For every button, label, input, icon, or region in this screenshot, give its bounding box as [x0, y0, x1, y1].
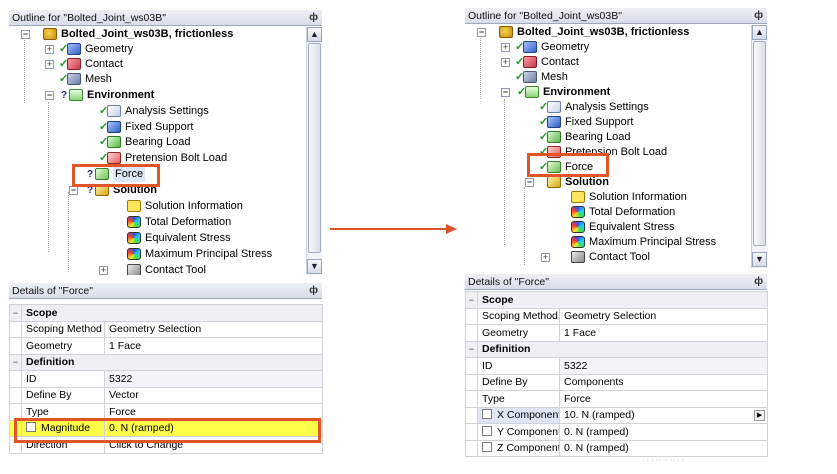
row-x-component[interactable]: X Component 10. N (ramped) ▶: [465, 406, 769, 424]
info-icon: [571, 191, 585, 203]
scroll-thumb[interactable]: [308, 43, 321, 253]
expand-icon[interactable]: +: [45, 45, 54, 54]
row-geometry[interactable]: Geometry 1 Face: [465, 324, 769, 342]
contour-icon: [127, 216, 141, 228]
collapse-icon[interactable]: −: [45, 91, 54, 100]
parameter-checkbox[interactable]: [482, 409, 492, 420]
contour-icon: [127, 248, 141, 260]
model-icon: [43, 28, 57, 40]
environment-icon: [525, 86, 539, 98]
row-scoping-method[interactable]: Scoping Method Geometry Selection: [465, 307, 769, 325]
expand-icon[interactable]: +: [45, 60, 54, 69]
bearing-load-icon: [107, 136, 121, 148]
parameter-checkbox[interactable]: [482, 425, 492, 436]
scroll-up-icon[interactable]: ▲: [752, 25, 767, 40]
watermark: · · · ·· ·· ·· · ·: [642, 455, 685, 464]
left-outline-title: Outline for "Bolted_Joint_ws03B": [12, 12, 166, 24]
pin-icon[interactable]: ф: [754, 8, 763, 23]
left-force-highlight: [72, 164, 160, 187]
contact-tool-icon: [127, 264, 141, 275]
group-scope[interactable]: − Scope: [465, 291, 769, 309]
expand-icon[interactable]: +: [501, 58, 510, 67]
scroll-up-icon[interactable]: ▲: [307, 27, 322, 42]
scroll-down-icon[interactable]: ▼: [752, 252, 767, 267]
group-scope[interactable]: − Scope: [9, 304, 324, 322]
expand-icon[interactable]: +: [99, 266, 108, 275]
mesh-icon: [523, 71, 537, 83]
collapse-icon[interactable]: −: [525, 178, 534, 187]
group-definition[interactable]: − Definition: [9, 353, 324, 371]
left-outline-panel: Outline for "Bolted_Joint_ws03B" ф − Bol…: [9, 10, 322, 275]
row-type[interactable]: Type Force: [465, 390, 769, 408]
row-define-by[interactable]: Define By Vector: [9, 386, 324, 404]
collapse-icon[interactable]: −: [9, 353, 22, 371]
collapse-icon[interactable]: −: [465, 340, 478, 358]
row-z-component[interactable]: Z Component 0. N (ramped): [465, 439, 769, 457]
collapse-icon[interactable]: −: [465, 291, 478, 309]
fixed-support-icon: [107, 121, 121, 133]
row-y-component[interactable]: Y Component 0. N (ramped): [465, 423, 769, 441]
group-definition[interactable]: − Definition: [465, 340, 769, 358]
analysis-settings-icon: [107, 105, 121, 117]
row-define-by[interactable]: Define By Components: [465, 373, 769, 391]
contour-icon: [571, 236, 585, 248]
contact-tool-icon: [571, 251, 585, 263]
contact-icon: [67, 58, 81, 70]
fixed-support-icon: [547, 116, 561, 128]
flyout-arrow-icon[interactable]: ▶: [754, 409, 766, 421]
expand-icon[interactable]: +: [501, 43, 510, 52]
collapse-icon[interactable]: −: [21, 30, 30, 39]
analysis-settings-icon: [547, 101, 561, 113]
pin-icon[interactable]: ф: [754, 274, 763, 289]
right-details-panel: Details of "Force" ф − Scope Scoping Met…: [465, 274, 769, 464]
environment-icon: [69, 89, 83, 101]
pin-icon[interactable]: ф: [309, 10, 318, 25]
row-id: ID 5322: [9, 370, 324, 388]
right-details-title: Details of "Force": [468, 276, 549, 288]
left-outline-title-bar: Outline for "Bolted_Joint_ws03B" ф: [9, 10, 322, 26]
question-icon: ?: [61, 90, 68, 101]
solution-icon: [547, 176, 561, 188]
left-details-title-bar: Details of "Force" ф: [9, 283, 322, 299]
row-scoping-method[interactable]: Scoping Method Geometry Selection: [9, 320, 324, 338]
left-magnitude-highlight: [14, 418, 321, 443]
contour-icon: [571, 221, 585, 233]
model-icon: [499, 26, 513, 38]
geometry-icon: [523, 41, 537, 53]
right-outline-panel: Outline for "Bolted_Joint_ws03B" ф − Bol…: [465, 8, 767, 268]
collapse-icon[interactable]: −: [69, 186, 78, 195]
bolt-load-icon: [107, 152, 121, 164]
right-outline-title-bar: Outline for "Bolted_Joint_ws03B" ф: [465, 8, 767, 24]
left-outline-scrollbar[interactable]: ▲ ▼: [306, 27, 322, 275]
right-outline-tree: − Bolted_Joint_ws03B, frictionless + ✓ G…: [477, 26, 717, 265]
right-force-highlight: [527, 153, 609, 177]
expand-icon[interactable]: +: [541, 253, 550, 262]
scroll-down-icon[interactable]: ▼: [307, 259, 322, 274]
bearing-load-icon: [547, 131, 561, 143]
right-outline-title: Outline for "Bolted_Joint_ws03B": [468, 10, 622, 22]
row-geometry[interactable]: Geometry 1 Face: [9, 337, 324, 355]
left-details-title: Details of "Force": [12, 285, 93, 297]
right-details-title-bar: Details of "Force" ф: [465, 274, 767, 290]
left-outline-tree: − Bolted_Joint_ws03B, frictionless + ✓ G…: [21, 28, 273, 275]
right-details-table: − Scope Scoping Method Geometry Selectio…: [465, 291, 769, 457]
contact-icon: [523, 56, 537, 68]
geometry-icon: [67, 43, 81, 55]
collapse-icon[interactable]: −: [501, 88, 510, 97]
info-icon: [127, 200, 141, 212]
scroll-thumb[interactable]: [753, 41, 766, 246]
row-id: ID 5322: [465, 357, 769, 375]
parameter-checkbox[interactable]: [482, 442, 492, 453]
left-details-panel: Details of "Force" ф − Scope Scoping Met…: [9, 283, 324, 474]
collapse-icon[interactable]: −: [477, 28, 486, 37]
contour-icon: [571, 206, 585, 218]
right-outline-scrollbar[interactable]: ▲ ▼: [751, 25, 767, 268]
mesh-icon: [67, 73, 81, 85]
contour-icon: [127, 232, 141, 244]
collapse-icon[interactable]: −: [9, 304, 22, 322]
pin-icon[interactable]: ф: [309, 283, 318, 298]
